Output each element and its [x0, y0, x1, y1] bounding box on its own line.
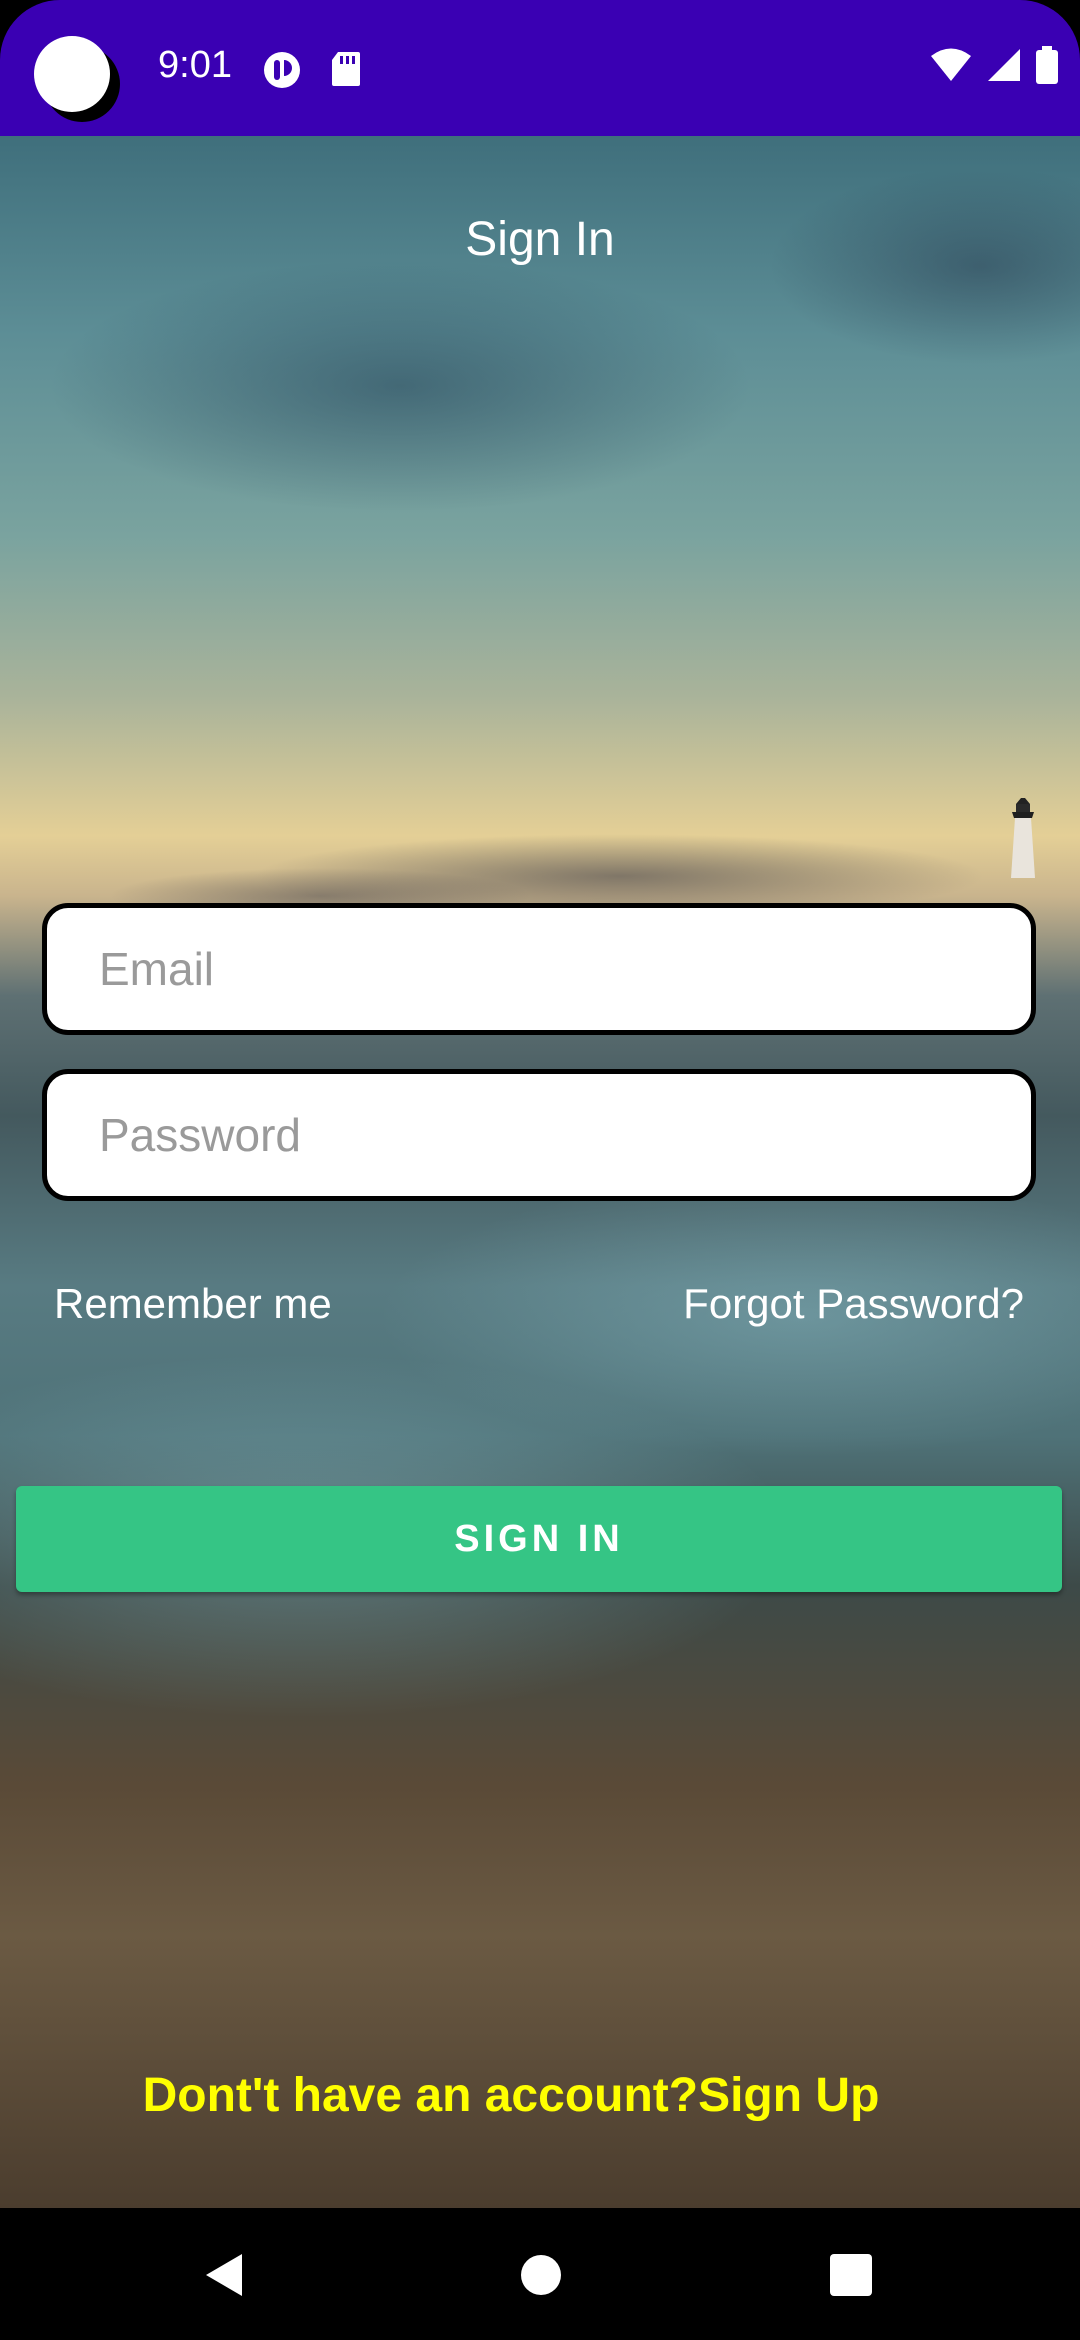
sd-card-icon — [332, 52, 360, 86]
password-input[interactable] — [47, 1074, 1031, 1196]
email-field[interactable] — [42, 903, 1036, 1035]
page-title: Sign In — [465, 213, 615, 266]
home-icon[interactable] — [516, 2250, 566, 2300]
password-field[interactable] — [42, 1069, 1036, 1201]
wifi-icon — [931, 48, 971, 81]
lighthouse-image — [1011, 798, 1035, 878]
remember-me-toggle[interactable]: Remember me — [54, 1280, 332, 1328]
media-icon — [264, 52, 300, 88]
battery-icon — [1036, 46, 1058, 84]
sign-in-button-label: SIGN IN — [454, 1517, 624, 1560]
signal-icon — [988, 49, 1020, 81]
phone-screen: 9:01 Sign In Email Remember me Forgot Pa… — [0, 0, 1080, 2340]
camera-cutout — [34, 36, 110, 112]
sign-up-link[interactable]: Dont't have an account?Sign Up — [0, 2068, 1022, 2123]
navigation-bar — [0, 2208, 1080, 2340]
forgot-password-link[interactable]: Forgot Password? — [683, 1280, 1024, 1328]
status-icons — [930, 46, 1058, 84]
back-icon[interactable] — [200, 2250, 250, 2300]
sign-in-button[interactable]: SIGN IN — [16, 1486, 1062, 1592]
recents-icon[interactable] — [826, 2250, 876, 2300]
status-time: 9:01 — [158, 44, 232, 86]
email-input[interactable] — [47, 908, 1031, 1030]
status-bar: 9:01 — [0, 0, 1080, 136]
